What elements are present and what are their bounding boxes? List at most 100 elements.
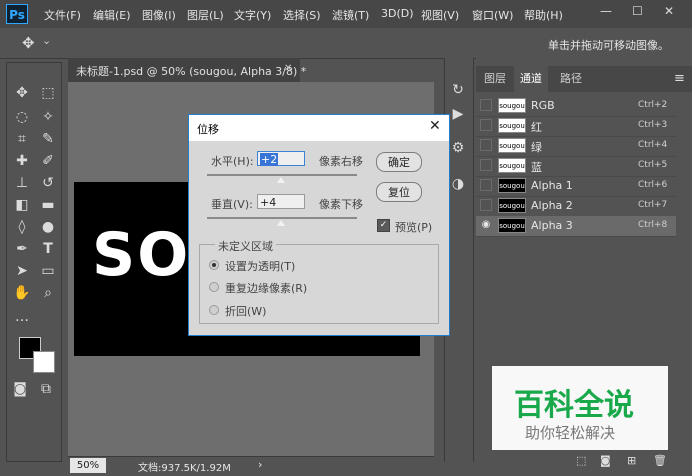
radio-transparent[interactable] (209, 260, 219, 270)
channel-row-alpha-1[interactable]: sougou Alpha 1 Ctrl+6 (476, 176, 676, 197)
lasso-tool[interactable]: ◌ (11, 107, 33, 127)
vertical-input[interactable]: +4 (257, 194, 305, 209)
tool-preset-dropdown[interactable]: ⌄ (42, 34, 51, 47)
vertical-slider-knob[interactable] (277, 220, 285, 226)
tab-paths[interactable]: 路径 (554, 66, 588, 92)
options-hint: 单击并拖动可移动图像。 (548, 39, 669, 52)
menu-layer[interactable]: 图层(L) (187, 7, 224, 23)
menu-filter[interactable]: 滤镜(T) (332, 7, 369, 23)
horizontal-label: 水平(H): (211, 155, 254, 168)
move-tool-icon[interactable]: ✥ (22, 34, 35, 52)
menu-help[interactable]: 帮助(H) (524, 7, 563, 23)
status-bar: 50% 文档:937.5K/1.92M › (68, 456, 434, 476)
rectangle-tool[interactable]: ▭ (37, 261, 59, 281)
history-panel-icon[interactable]: ↻ (447, 80, 469, 100)
tools-panel: ✥ ⬚ ◌ ✧ ⌗ ✎ ✚ ✐ ⊥ ↺ ◧ ▬ ◊ ● ✒ T ➤ ▭ ✋ ⌕ … (6, 62, 62, 462)
menu-type[interactable]: 文字(Y) (234, 7, 271, 23)
document-tab-close-icon[interactable]: ✕ (284, 63, 292, 74)
type-tool[interactable]: T (37, 239, 59, 259)
save-selection-icon[interactable]: ◙ (600, 454, 611, 467)
preview-label: 预览(P) (395, 221, 433, 234)
menu-select[interactable]: 选择(S) (283, 7, 321, 23)
channel-thumbnail: sougou (498, 118, 526, 133)
adjustments-panel-icon[interactable]: ◑ (447, 174, 469, 194)
healing-brush-tool[interactable]: ✚ (11, 151, 33, 171)
blur-tool[interactable]: ◊ (11, 217, 33, 237)
eraser-tool[interactable]: ◧ (11, 195, 33, 215)
status-arrow-icon[interactable]: › (258, 458, 262, 471)
vertical-slider-track[interactable] (207, 217, 357, 219)
option-transparent-label: 设置为透明(T) (225, 260, 296, 273)
radio-repeat-edge[interactable] (209, 282, 219, 292)
zoom-tool[interactable]: ⌕ (37, 283, 59, 303)
close-window-button[interactable]: ✕ (664, 4, 674, 18)
more-tools-icon[interactable]: … (11, 307, 33, 327)
channel-thumbnail: sougou (498, 138, 526, 153)
visibility-toggle[interactable] (480, 159, 492, 171)
channel-row-green[interactable]: sougou 绿 Ctrl+4 (476, 136, 676, 157)
dialog-close-icon[interactable]: ✕ (429, 118, 441, 134)
menu-view[interactable]: 视图(V) (421, 7, 459, 23)
restore-button[interactable]: ☐ (632, 4, 643, 18)
channel-row-red[interactable]: sougou 红 Ctrl+3 (476, 116, 676, 137)
horizontal-slider-track[interactable] (207, 174, 357, 176)
document-tab[interactable]: 未标题-1.psd @ 50% (sougou, Alpha 3/8) * ✕ (68, 58, 306, 82)
delete-channel-icon[interactable]: 🗑 (653, 454, 667, 467)
channel-row-rgb[interactable]: sougou RGB Ctrl+2 (476, 96, 676, 117)
reset-button[interactable]: 复位 (376, 182, 422, 202)
channel-shortcut: Ctrl+6 (638, 180, 668, 190)
screen-mode-icon[interactable]: ⧉ (35, 379, 57, 399)
menu-3d[interactable]: 3D(D) (381, 7, 414, 20)
tab-layers[interactable]: 图层 (478, 66, 512, 92)
visibility-toggle[interactable] (480, 179, 492, 191)
visibility-toggle[interactable] (480, 199, 492, 211)
channel-thumbnail: sougou (498, 98, 526, 113)
zoom-level[interactable]: 50% (70, 458, 106, 473)
channel-thumbnail: sougou (498, 218, 526, 233)
menu-window[interactable]: 窗口(W) (472, 7, 513, 23)
channel-name: Alpha 2 (531, 199, 573, 212)
hand-tool[interactable]: ✋ (11, 283, 33, 303)
minimize-button[interactable]: — (600, 4, 612, 18)
history-brush-tool[interactable]: ↺ (37, 173, 59, 193)
channel-name: 绿 (531, 141, 542, 154)
gradient-tool[interactable]: ▬ (37, 195, 59, 215)
dialog-title-bar[interactable]: 位移 ✕ (189, 115, 449, 141)
menu-image[interactable]: 图像(I) (142, 7, 176, 23)
eyedropper-tool[interactable]: ✎ (37, 129, 59, 149)
horizontal-slider-knob[interactable] (277, 177, 285, 183)
tab-channels[interactable]: 通道 (514, 66, 548, 92)
actions-panel-icon[interactable]: ▶ (447, 104, 469, 124)
clone-stamp-tool[interactable]: ⊥ (11, 173, 33, 193)
quick-mask-icon[interactable]: ◙ (9, 379, 31, 399)
visibility-toggle[interactable] (480, 99, 492, 111)
channel-row-alpha-2[interactable]: sougou Alpha 2 Ctrl+7 (476, 196, 676, 217)
load-selection-icon[interactable]: ⬚ (576, 454, 586, 467)
brush-tool[interactable]: ✐ (37, 151, 59, 171)
crop-tool[interactable]: ⌗ (11, 129, 33, 149)
magic-wand-tool[interactable]: ✧ (37, 107, 59, 127)
new-channel-icon[interactable]: ⊞ (627, 454, 636, 467)
eye-icon[interactable]: ◉ (480, 219, 492, 231)
preview-checkbox[interactable]: ✓ (377, 219, 390, 232)
visibility-toggle[interactable] (480, 139, 492, 151)
channel-row-alpha-3[interactable]: ◉ sougou Alpha 3 Ctrl+8 (476, 216, 676, 237)
pen-tool[interactable]: ✒ (11, 239, 33, 259)
vertical-label: 垂直(V): (211, 198, 253, 211)
properties-panel-icon[interactable]: ⚙ (447, 138, 469, 158)
path-selection-tool[interactable]: ➤ (11, 261, 33, 281)
ok-button[interactable]: 确定 (376, 152, 422, 172)
horizontal-input[interactable]: +2 (257, 151, 305, 166)
panel-menu-icon[interactable]: ≡ (674, 71, 685, 86)
menu-edit[interactable]: 编辑(E) (93, 7, 131, 23)
channel-row-blue[interactable]: sougou 蓝 Ctrl+5 (476, 156, 676, 177)
marquee-tool[interactable]: ⬚ (37, 83, 59, 103)
background-color-swatch[interactable] (33, 351, 55, 373)
offset-dialog: 位移 ✕ 水平(H): +2 像素右移 垂直(V): +4 像素下移 确定 复位… (188, 114, 450, 336)
visibility-toggle[interactable] (480, 119, 492, 131)
move-tool[interactable]: ✥ (11, 83, 33, 103)
menu-file[interactable]: 文件(F) (44, 7, 81, 23)
dodge-tool[interactable]: ● (37, 217, 59, 237)
radio-wrap-around[interactable] (209, 305, 219, 315)
channel-shortcut: Ctrl+2 (638, 100, 668, 110)
